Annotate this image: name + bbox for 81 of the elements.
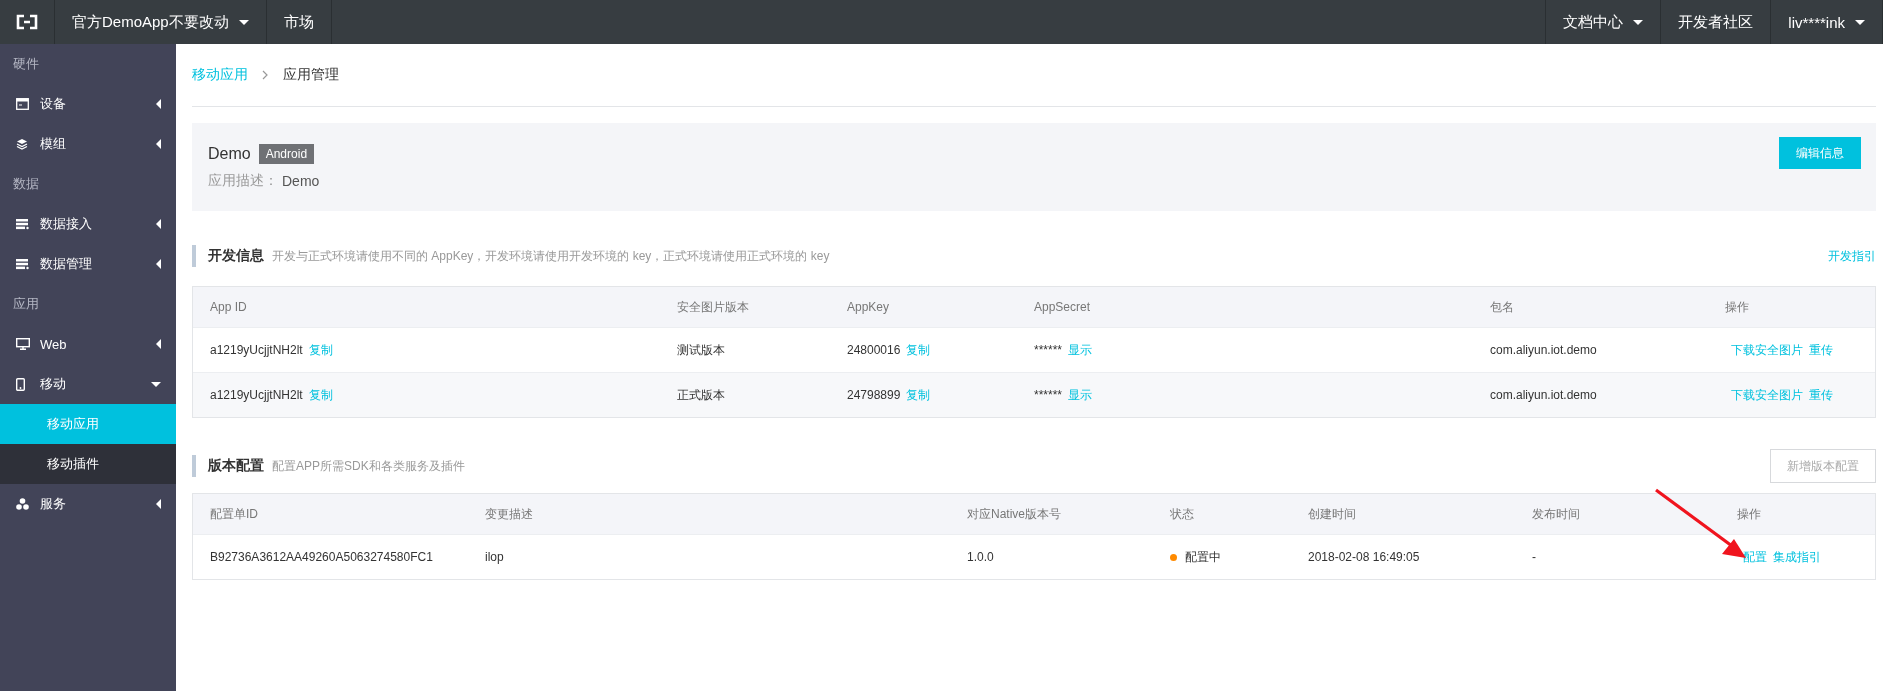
table-cell: 24800016 <box>847 343 901 357</box>
show-link[interactable]: 显示 <box>1068 386 1093 404</box>
description-text: Demo <box>282 173 320 189</box>
sidebar-item[interactable]: 模组 <box>0 124 176 164</box>
copy-link[interactable]: 复制 <box>308 341 333 359</box>
table-cell: B92736A3612AA49260A5063274580FC1 <box>210 550 433 564</box>
table-cell: 正式版本 <box>677 386 725 404</box>
sidebar-heading: 数据 <box>12 175 40 193</box>
sidebar-item[interactable]: 服务 <box>0 484 176 524</box>
table-cell: ilop <box>485 550 504 564</box>
column-header: 状态 <box>1169 505 1195 523</box>
sidebar-label: 模组 <box>40 135 67 153</box>
sidebar-label: 数据管理 <box>40 255 93 273</box>
sidebar-label: 数据接入 <box>40 215 93 233</box>
column-header: 操作 <box>1724 298 1750 316</box>
action-link[interactable]: 下载安全图片 <box>1731 341 1803 359</box>
column-header: AppKey <box>846 300 891 314</box>
edit-button[interactable]: 编辑信息 <box>1779 137 1861 169</box>
column-header: 对应Native版本号 <box>966 505 1062 523</box>
status-text: 配置中 <box>1185 548 1221 566</box>
sidebar-subitem[interactable]: 移动插件 <box>0 444 176 484</box>
copy-link[interactable]: 复制 <box>906 386 931 404</box>
table-cell: a1219yUcjjtNH2lt <box>210 343 303 357</box>
sidebar-label: 服务 <box>40 495 67 513</box>
server-icon <box>16 218 29 230</box>
monitor-icon <box>16 338 30 350</box>
phone-icon <box>16 377 25 391</box>
show-link[interactable]: 显示 <box>1068 341 1093 359</box>
column-header: 发布时间 <box>1531 505 1581 523</box>
sidebar-item[interactable]: 移动 <box>0 364 176 404</box>
app-name: Demo <box>208 145 251 163</box>
section-title: 版本配置 <box>208 457 264 475</box>
column-header: 包名 <box>1489 298 1515 316</box>
column-header: 配置单ID <box>209 505 259 523</box>
sidebar-item[interactable]: 数据接入 <box>0 204 176 244</box>
masked-secret: ****** <box>1034 343 1063 357</box>
sidebar-label: Web <box>40 336 68 352</box>
column-header: 变更描述 <box>484 505 534 523</box>
table-cell: a1219yUcjjtNH2lt <box>210 388 303 402</box>
sidebar-label: 移动 <box>40 375 67 393</box>
column-header: 操作 <box>1736 505 1762 523</box>
logo-icon[interactable] <box>15 14 39 30</box>
column-header: 创建时间 <box>1307 505 1357 523</box>
sidebar-heading: 应用 <box>12 295 40 313</box>
table-cell: 24798899 <box>847 388 901 402</box>
sidebar-item[interactable]: 数据管理 <box>0 244 176 284</box>
table-cell: 1.0.0 <box>967 550 994 564</box>
description-label: 应用描述： <box>208 172 278 190</box>
layers-icon <box>16 138 28 150</box>
breadcrumb-current: 应用管理 <box>283 66 339 84</box>
column-header: App ID <box>209 300 248 314</box>
action-link[interactable]: 配置 <box>1743 548 1767 566</box>
server-icon <box>16 258 29 270</box>
column-header: 安全图片版本 <box>676 298 750 316</box>
table-cell: 测试版本 <box>677 341 725 359</box>
sidebar-item[interactable]: 设备 <box>0 84 176 124</box>
action-link[interactable]: 集成指引 <box>1773 548 1821 566</box>
action-link[interactable]: 下载安全图片 <box>1731 386 1803 404</box>
sidebar-item[interactable]: Web <box>0 324 176 364</box>
action-link[interactable]: 重传 <box>1809 341 1833 359</box>
section-note: 配置APP所需SDK和各类服务及插件 <box>272 457 465 475</box>
action-link[interactable]: 重传 <box>1809 386 1833 404</box>
table-cell: - <box>1532 550 1536 564</box>
cluster-icon <box>16 498 29 510</box>
column-header: AppSecret <box>1033 300 1092 314</box>
table-cell: 2018-02-08 16:49:05 <box>1308 550 1420 564</box>
copy-link[interactable]: 复制 <box>906 341 931 359</box>
platform-tag: Android <box>258 144 315 164</box>
guide-link[interactable]: 开发指引 <box>1828 247 1876 265</box>
masked-secret: ****** <box>1034 388 1063 402</box>
breadcrumb-link[interactable]: 移动应用 <box>192 66 248 84</box>
table-cell: com.aliyun.iot.demo <box>1490 343 1597 357</box>
section-note: 开发与正式环境请使用不同的 AppKey，开发环境请使用开发环境的 key，正式环境请使用正式环境的 key <box>272 247 830 265</box>
sidebar-label: 设备 <box>40 95 67 113</box>
sidebar-heading: 硬件 <box>12 55 40 73</box>
copy-link[interactable]: 复制 <box>308 386 333 404</box>
sidebar-subitem[interactable]: 移动应用 <box>0 404 176 444</box>
table-cell: com.aliyun.iot.demo <box>1490 388 1597 402</box>
section-title: 开发信息 <box>208 247 264 265</box>
chevron-icon <box>262 70 269 80</box>
window-icon <box>16 98 29 110</box>
